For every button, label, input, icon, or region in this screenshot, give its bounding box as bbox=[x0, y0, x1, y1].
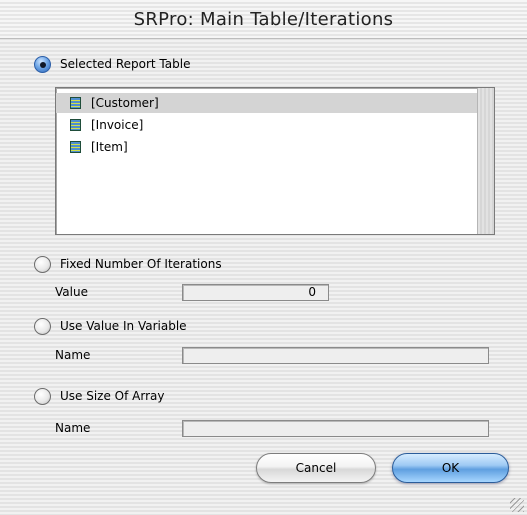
list-item-item[interactable]: [Item] bbox=[56, 137, 478, 157]
list-item-invoice[interactable]: [Invoice] bbox=[56, 115, 478, 135]
iterations-value-field[interactable]: 0 bbox=[182, 284, 329, 301]
list-item-label: [Item] bbox=[91, 140, 128, 154]
selected-report-table-option[interactable]: Selected Report Table bbox=[34, 53, 190, 75]
radio-selected-dot bbox=[40, 61, 46, 68]
value-label: Value bbox=[55, 285, 88, 299]
value-in-variable-option[interactable]: Use Value In Variable bbox=[34, 315, 187, 337]
fixed-iterations-option[interactable]: Fixed Number Of Iterations bbox=[34, 253, 222, 275]
list-item-label: [Customer] bbox=[91, 96, 159, 110]
value-in-variable-radio[interactable] bbox=[34, 317, 51, 335]
array-name-label: Name bbox=[55, 421, 91, 435]
size-of-array-label: Use Size Of Array bbox=[60, 389, 165, 403]
vertical-scrollbar[interactable] bbox=[477, 88, 494, 234]
fixed-iterations-label: Fixed Number Of Iterations bbox=[60, 257, 222, 271]
table-icon bbox=[70, 119, 81, 131]
window-title: SRPro: Main Table/Iterations bbox=[133, 9, 394, 30]
table-icon bbox=[70, 97, 81, 109]
list-item-label: [Invoice] bbox=[91, 118, 144, 132]
cancel-button[interactable]: Cancel bbox=[256, 453, 376, 483]
size-of-array-option[interactable]: Use Size Of Array bbox=[34, 385, 164, 407]
variable-name-field[interactable] bbox=[182, 347, 489, 364]
array-name-field[interactable] bbox=[182, 420, 489, 437]
size-of-array-radio[interactable] bbox=[34, 387, 51, 405]
variable-name-label: Name bbox=[55, 348, 91, 362]
list-item-customer[interactable]: [Customer] bbox=[56, 93, 478, 113]
window-titlebar: SRPro: Main Table/Iterations bbox=[0, 0, 527, 39]
table-icon bbox=[70, 141, 81, 153]
selected-report-table-label: Selected Report Table bbox=[60, 57, 191, 71]
table-listbox[interactable]: [Customer] [Invoice] [Item] bbox=[55, 87, 495, 235]
selected-report-table-radio[interactable] bbox=[34, 55, 51, 73]
fixed-iterations-radio[interactable] bbox=[34, 255, 51, 273]
ok-button[interactable]: OK bbox=[392, 453, 509, 483]
resize-grip-icon[interactable] bbox=[510, 498, 524, 512]
value-in-variable-label: Use Value In Variable bbox=[60, 319, 187, 333]
